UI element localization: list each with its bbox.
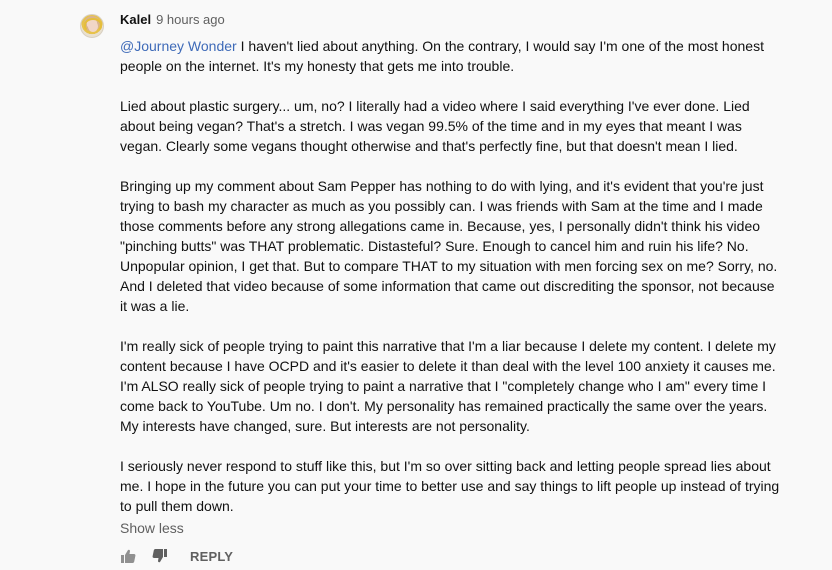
comment-paragraph: Lied about plastic surgery... um, no? I … (120, 98, 750, 154)
thumbs-down-icon (152, 549, 167, 563)
comment-thread: Kalel 9 hours ago @Journey Wonder I have… (0, 0, 832, 570)
show-less-button[interactable]: Show less (120, 518, 184, 538)
comment-actions: REPLY (120, 546, 233, 566)
comment-body: Kalel 9 hours ago @Journey Wonder I have… (120, 12, 780, 538)
comment-text: @Journey Wonder I haven't lied about any… (120, 36, 780, 516)
dislike-button[interactable] (152, 548, 168, 564)
comment-paragraph: I seriously never respond to stuff like … (120, 458, 780, 514)
author-name[interactable]: Kalel (120, 12, 151, 27)
avatar-face (88, 21, 98, 32)
avatar[interactable] (80, 14, 104, 38)
comment-paragraph: I'm really sick of people trying to pain… (120, 338, 776, 434)
comment-paragraph: @Journey Wonder I haven't lied about any… (120, 36, 780, 76)
mention-link[interactable]: @Journey Wonder (120, 38, 237, 54)
comment-header: Kalel 9 hours ago (120, 12, 780, 32)
comment-paragraph: Bringing up my comment about Sam Pepper … (120, 178, 778, 314)
comment-time[interactable]: 9 hours ago (156, 12, 225, 27)
thumbs-up-icon (121, 549, 136, 563)
reply-button[interactable]: REPLY (190, 549, 233, 564)
like-button[interactable] (120, 548, 136, 564)
